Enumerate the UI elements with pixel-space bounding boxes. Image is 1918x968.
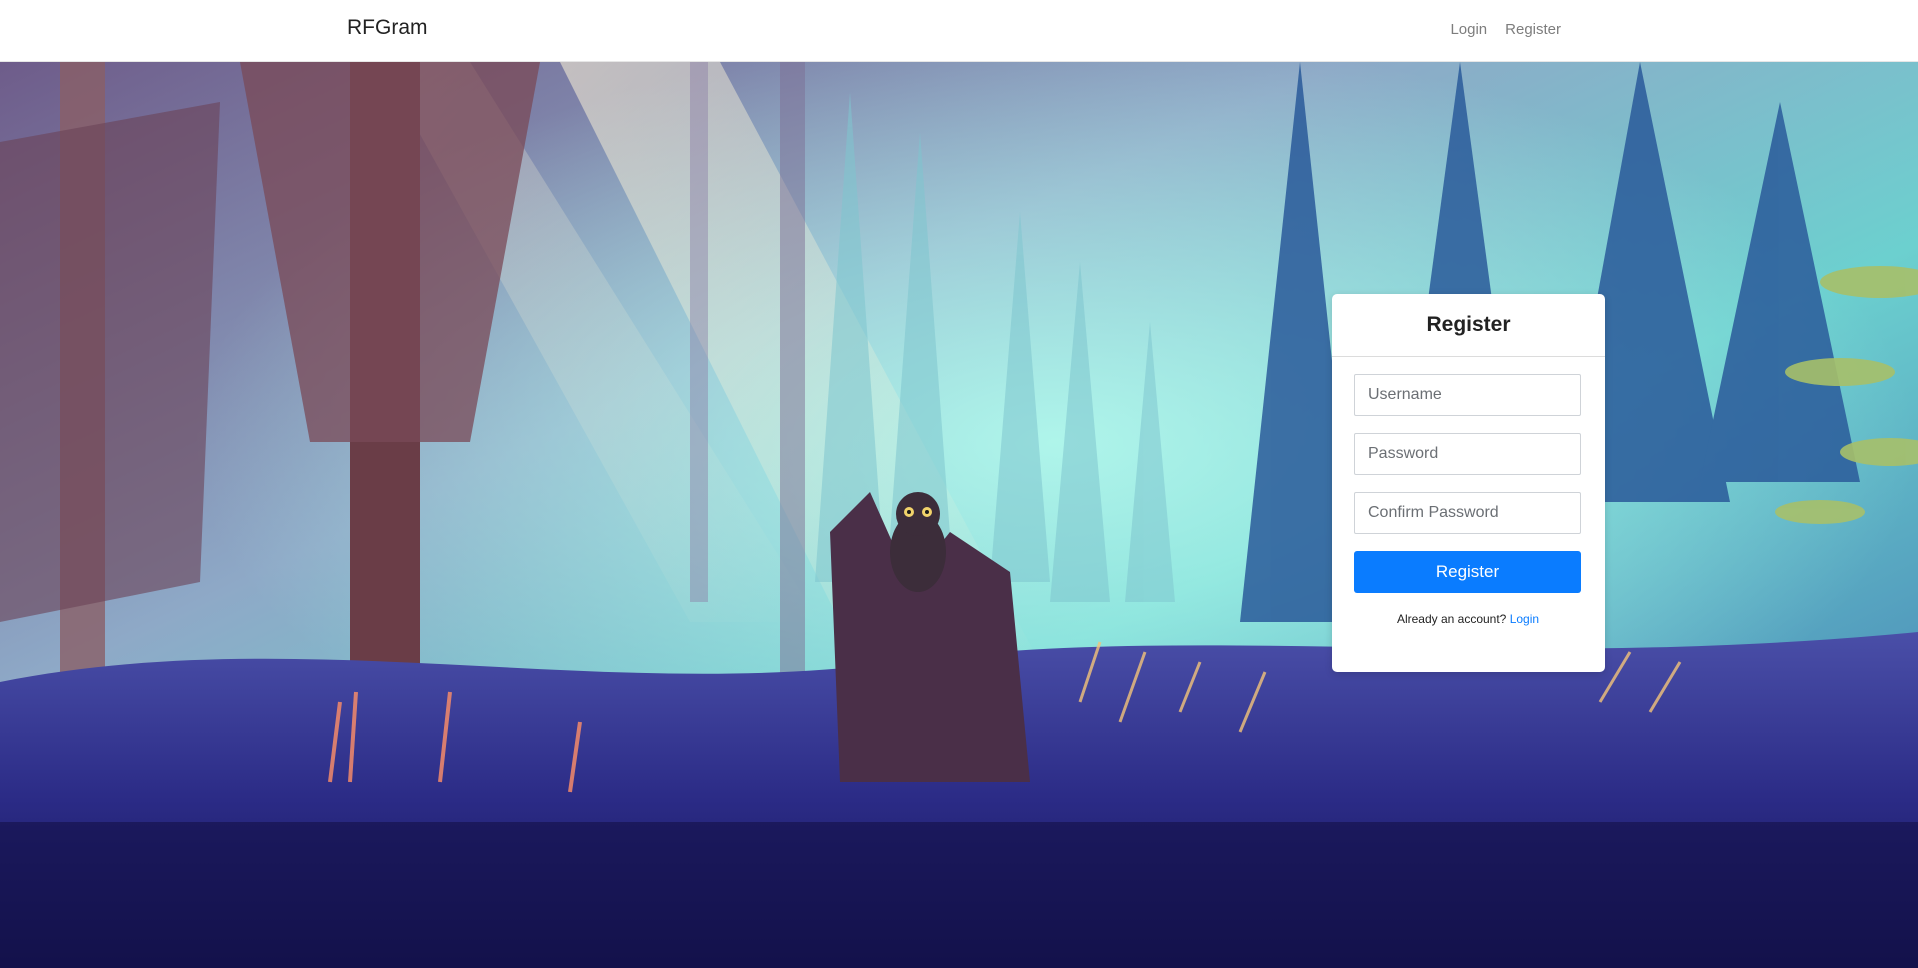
register-title: Register xyxy=(1426,313,1511,336)
background-illustration xyxy=(0,62,1918,968)
nav-register-link[interactable]: Register xyxy=(1505,21,1561,38)
register-card-header: Register xyxy=(1332,294,1605,357)
login-hint: Already an account? Login xyxy=(1354,612,1582,626)
register-submit-button[interactable]: Register xyxy=(1354,551,1581,593)
already-account-text: Already an account? xyxy=(1396,612,1507,626)
confirm-password-input[interactable] xyxy=(1354,492,1581,534)
owl xyxy=(890,492,946,592)
login-link[interactable]: Login xyxy=(1510,612,1539,626)
nav-login-link[interactable]: Login xyxy=(1450,21,1487,38)
nav-links: Login Register xyxy=(1450,21,1561,38)
username-input[interactable] xyxy=(1354,374,1581,416)
brand-logo[interactable]: RFGram xyxy=(347,16,428,40)
register-form: Register Already an account? Login xyxy=(1332,357,1605,626)
password-input[interactable] xyxy=(1354,433,1581,475)
register-card: Register Register Already an account? Lo… xyxy=(1332,294,1605,672)
navbar: RFGram Login Register xyxy=(0,0,1918,62)
